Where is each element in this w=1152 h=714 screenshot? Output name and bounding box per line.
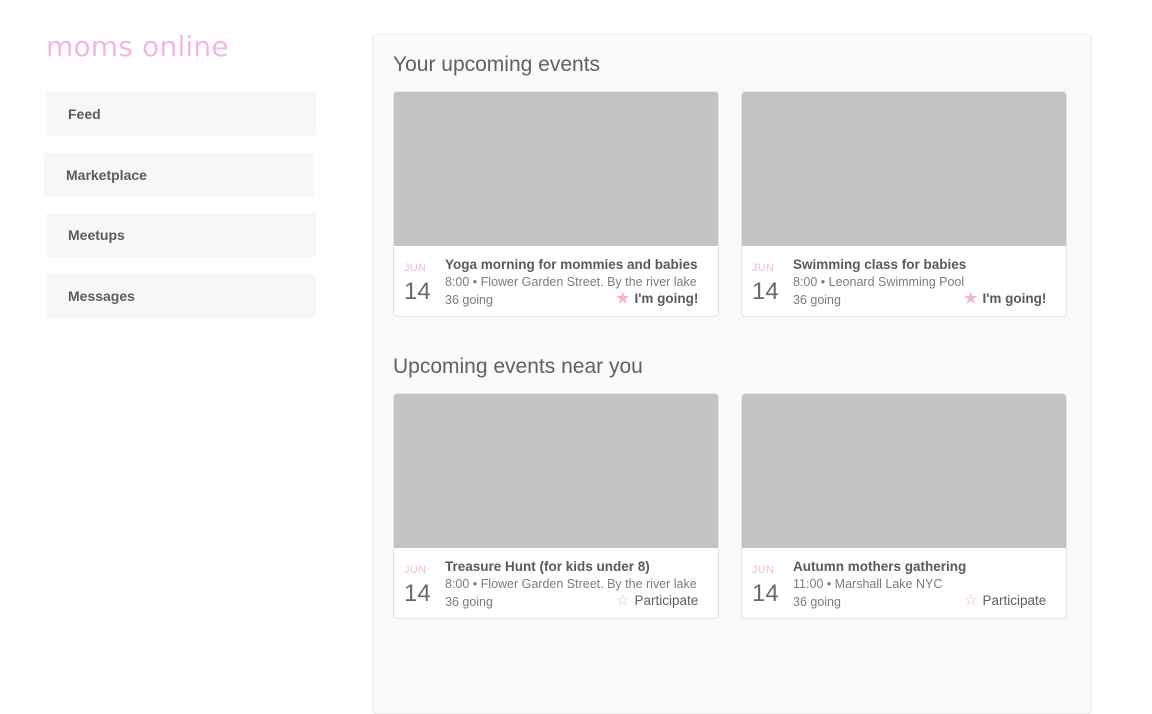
going-button[interactable]: ★ I'm going! — [964, 291, 1046, 306]
event-date-month: JUN — [404, 262, 427, 274]
event-title[interactable]: Swimming class for babies — [793, 257, 966, 272]
event-image-placeholder[interactable] — [742, 92, 1066, 246]
event-time-location: 8:00 • Leonard Swimming Pool — [793, 275, 965, 289]
event-title[interactable]: Yoga morning for mommies and babies — [445, 257, 698, 272]
event-card[interactable]: JUN 14 Yoga morning for mommies and babi… — [393, 91, 719, 317]
event-card[interactable]: JUN 14 Autumn mothers gathering 11:00 • … — [741, 393, 1067, 619]
event-time-location: 8:00 • Flower Garden Street. By the rive… — [445, 275, 697, 289]
event-date-day: 14 — [404, 278, 431, 305]
event-time-location: 11:00 • Marshall Lake NYC — [793, 577, 943, 591]
sidebar-item-messages[interactable]: Messages — [46, 274, 316, 318]
event-going-count: 36 going — [445, 595, 493, 609]
participate-button[interactable]: ☆ Participate — [616, 593, 698, 608]
star-filled-icon: ★ — [964, 290, 978, 307]
star-outline-icon: ☆ — [964, 592, 978, 609]
going-button-label: I'm going! — [982, 291, 1047, 306]
event-date-month: JUN — [752, 262, 775, 274]
event-going-count: 36 going — [793, 595, 841, 609]
sidebar-item-marketplace[interactable]: Marketplace — [44, 153, 314, 197]
section-title-nearby: Upcoming events near you — [393, 355, 643, 378]
event-date-day: 14 — [752, 278, 779, 305]
event-going-count: 36 going — [445, 293, 493, 307]
event-image-placeholder[interactable] — [394, 92, 718, 246]
star-outline-icon: ☆ — [616, 592, 630, 609]
participate-button-label: Participate — [634, 593, 699, 608]
event-date-day: 14 — [404, 580, 431, 607]
event-time-location: 8:00 • Flower Garden Street. By the rive… — [445, 577, 697, 591]
event-going-count: 36 going — [793, 293, 841, 307]
going-button[interactable]: ★ I'm going! — [616, 291, 698, 306]
app-logo[interactable]: moms online — [46, 30, 229, 63]
section-title-upcoming: Your upcoming events — [393, 53, 601, 76]
event-title[interactable]: Treasure Hunt (for kids under 8) — [445, 559, 650, 574]
sidebar-item-feed[interactable]: Feed — [46, 92, 316, 136]
sidebar-item-meetups[interactable]: Meetups — [46, 213, 316, 257]
event-card[interactable]: JUN 14 Swimming class for babies 8:00 • … — [741, 91, 1067, 317]
going-button-label: I'm going! — [634, 291, 699, 306]
participate-button[interactable]: ☆ Participate — [964, 593, 1046, 608]
star-filled-icon: ★ — [616, 290, 630, 307]
event-date-month: JUN — [752, 564, 775, 576]
event-image-placeholder[interactable] — [742, 394, 1066, 548]
event-image-placeholder[interactable] — [394, 394, 718, 548]
event-date-day: 14 — [752, 580, 779, 607]
participate-button-label: Participate — [982, 593, 1047, 608]
event-card[interactable]: JUN 14 Treasure Hunt (for kids under 8) … — [393, 393, 719, 619]
event-title[interactable]: Autumn mothers gathering — [793, 559, 966, 574]
event-date-month: JUN — [404, 564, 427, 576]
